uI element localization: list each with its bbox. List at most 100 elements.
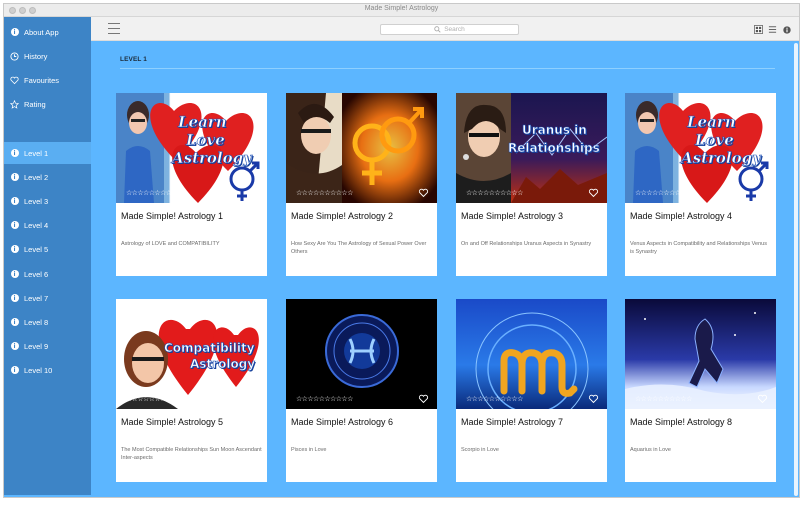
star-icon xyxy=(10,99,19,109)
info-icon: i xyxy=(10,28,19,37)
course-card[interactable]: Compatibility Astrology ☆☆☆☆☆☆☆☆☆☆ Made … xyxy=(116,299,267,482)
info-icon: i xyxy=(10,245,19,254)
info-icon[interactable] xyxy=(782,25,791,34)
toolbar: Search xyxy=(91,17,799,41)
search-placeholder: Search xyxy=(444,26,465,33)
thumbnail-image: ☆☆☆☆☆☆☆☆☆☆ xyxy=(286,299,437,409)
card-description: The Most Compatible Relationships Sun Mo… xyxy=(121,447,262,461)
rating-stars[interactable]: ☆☆☆☆☆☆☆☆☆☆ xyxy=(296,189,353,197)
search-input[interactable]: Search xyxy=(380,24,519,35)
sidebar-item-level-4[interactable]: i Level 4 xyxy=(4,214,91,236)
thumbnail-caption: Relationships xyxy=(508,141,600,156)
thumbnail-image: Learn Love Astrology ☆☆☆☆☆☆☆☆☆☆ xyxy=(116,93,267,203)
card-description: How Sexy Are You The Astrology of Sexual… xyxy=(291,241,427,255)
course-card[interactable]: ☆☆☆☆☆☆☆☆☆☆ Made Simple! Astrology 6 Pisc… xyxy=(286,299,437,482)
sidebar-item-label: Level 3 xyxy=(24,196,49,206)
card-title: Made Simple! Astrology 7 xyxy=(461,417,564,427)
info-icon: i xyxy=(10,318,19,327)
course-card[interactable]: ☆☆☆☆☆☆☆☆☆☆ Made Simple! Astrology 8 Aqua… xyxy=(625,299,776,482)
sidebar-item-level-9[interactable]: i Level 9 xyxy=(4,335,91,357)
thumbnail-caption: Learn xyxy=(687,113,736,132)
card-description: Venus Aspects in Compatibility and Relat… xyxy=(630,241,767,255)
card-title: Made Simple! Astrology 8 xyxy=(630,417,733,427)
sidebar-item-level-5[interactable]: i Level 5 xyxy=(4,238,91,260)
favorite-heart-icon[interactable] xyxy=(588,394,599,404)
sidebar-item-history[interactable]: History xyxy=(4,45,91,67)
card-description: On and Off Relationships Uranus Aspects … xyxy=(461,241,592,247)
sidebar-item-level-6[interactable]: i Level 6 xyxy=(4,263,91,285)
card-title: Made Simple! Astrology 2 xyxy=(291,211,394,221)
info-icon: i xyxy=(10,197,19,206)
thumbnail-image: Compatibility Astrology ☆☆☆☆☆☆☆☆☆☆ xyxy=(116,299,267,409)
course-card[interactable]: Learn Love Astrology ☆☆☆☆☆☆☆☆☆☆ Made Sim… xyxy=(116,93,267,276)
sidebar-item-label: Level 5 xyxy=(24,244,49,254)
sidebar-item-level-2[interactable]: i Level 2 xyxy=(4,166,91,188)
scrollbar[interactable] xyxy=(794,43,798,496)
thumbnail-caption: Love xyxy=(186,131,225,150)
favorite-heart-icon[interactable] xyxy=(757,394,768,404)
heart-icon xyxy=(10,76,19,85)
sidebar-item-label: History xyxy=(24,51,48,61)
sidebar-item-about-app[interactable]: i About App xyxy=(4,21,91,43)
app-window: Made Simple! Astrology i About App Histo… xyxy=(3,3,800,498)
info-icon: i xyxy=(10,294,19,303)
info-icon: i xyxy=(10,366,19,375)
card-description: Aquarius in Love xyxy=(630,447,671,453)
sidebar-item-level-7[interactable]: i Level 7 xyxy=(4,287,91,309)
rating-stars[interactable]: ☆☆☆☆☆☆☆☆☆☆ xyxy=(635,189,692,197)
rating-stars[interactable]: ☆☆☆☆☆☆☆☆☆☆ xyxy=(466,189,523,197)
info-icon: i xyxy=(10,221,19,230)
thumbnail-caption: Uranus in xyxy=(522,123,587,138)
sidebar-item-level-8[interactable]: i Level 8 xyxy=(4,311,91,333)
card-title: Made Simple! Astrology 6 xyxy=(291,417,394,427)
thumbnail-caption: Love xyxy=(695,131,734,150)
sidebar-item-level-3[interactable]: i Level 3 xyxy=(4,190,91,212)
favorite-heart-icon[interactable] xyxy=(588,188,599,198)
info-icon: i xyxy=(10,342,19,351)
card-title: Made Simple! Astrology 1 xyxy=(121,211,224,221)
thumbnail-caption: Astrology xyxy=(172,149,252,168)
course-card[interactable]: ☆☆☆☆☆☆☆☆☆☆ Made Simple! Astrology 7 Scor… xyxy=(456,299,607,482)
sidebar-item-favourites[interactable]: Favourites xyxy=(4,69,91,91)
card-description: Scorpio in Love xyxy=(461,447,499,453)
rating-stars[interactable]: ☆☆☆☆☆☆☆☆☆☆ xyxy=(635,395,692,403)
rating-stars[interactable]: ☆☆☆☆☆☆☆☆☆☆ xyxy=(296,395,353,403)
window-title: Made Simple! Astrology xyxy=(364,5,439,12)
sidebar-item-label: Level 2 xyxy=(24,172,49,182)
rating-stars[interactable]: ☆☆☆☆☆☆☆☆☆☆ xyxy=(466,395,523,403)
sidebar-item-level-1[interactable]: i Level 1 xyxy=(4,142,91,164)
list-view-icon[interactable] xyxy=(768,25,777,34)
info-icon: i xyxy=(10,173,19,182)
sidebar-item-label: Rating xyxy=(24,99,46,109)
favorite-heart-icon[interactable] xyxy=(418,394,429,404)
card-description: Pisces in Love xyxy=(291,447,327,453)
card-description: Astrology of LOVE and COMPATIBILITY xyxy=(121,241,220,247)
course-card[interactable]: ☆☆☆☆☆☆☆☆☆☆ Made Simple! Astrology 2 How … xyxy=(286,93,437,276)
sidebar-item-label: About App xyxy=(24,27,59,37)
thumbnail-caption: Compatibility xyxy=(164,341,255,356)
card-title: Made Simple! Astrology 5 xyxy=(121,417,224,427)
rating-stars[interactable]: ☆☆☆☆☆☆☆☆☆☆ xyxy=(126,189,183,197)
sidebar-item-label: Favourites xyxy=(24,75,60,85)
main-content: LEVEL 1 Learn Love Astrology ☆☆☆☆☆☆☆☆☆☆ … xyxy=(91,41,799,497)
sidebar-item-rating[interactable]: Rating xyxy=(4,93,91,115)
thumbnail-image: Uranus in Relationships ☆☆☆☆☆☆☆☆☆☆ xyxy=(456,93,607,203)
grid-view-icon[interactable] xyxy=(754,25,763,34)
thumbnail-caption: Astrology xyxy=(190,357,256,372)
sidebar-item-label: Level 9 xyxy=(24,341,49,351)
info-icon: i xyxy=(10,270,19,279)
favorite-heart-icon[interactable] xyxy=(418,188,429,198)
thumbnail-image: Learn Love Astrology ☆☆☆☆☆☆☆☆☆☆ xyxy=(625,93,776,203)
thumbnail-image: ☆☆☆☆☆☆☆☆☆☆ xyxy=(286,93,437,203)
rating-stars[interactable]: ☆☆☆☆☆☆☆☆☆☆ xyxy=(126,395,183,403)
thumbnail-caption: Learn xyxy=(178,113,227,132)
menu-icon[interactable] xyxy=(108,23,120,34)
divider xyxy=(120,68,775,69)
course-card[interactable]: Learn Love Astrology ☆☆☆☆☆☆☆☆☆☆ Made Sim… xyxy=(625,93,776,276)
sidebar-item-level-10[interactable]: i Level 10 xyxy=(4,359,91,381)
page-title: LEVEL 1 xyxy=(120,56,147,63)
sidebar-item-label: Level 10 xyxy=(24,365,53,375)
title-bar: Made Simple! Astrology xyxy=(4,4,799,17)
clock-icon xyxy=(10,51,19,61)
course-card[interactable]: Uranus in Relationships ☆☆☆☆☆☆☆☆☆☆ Made … xyxy=(456,93,607,276)
